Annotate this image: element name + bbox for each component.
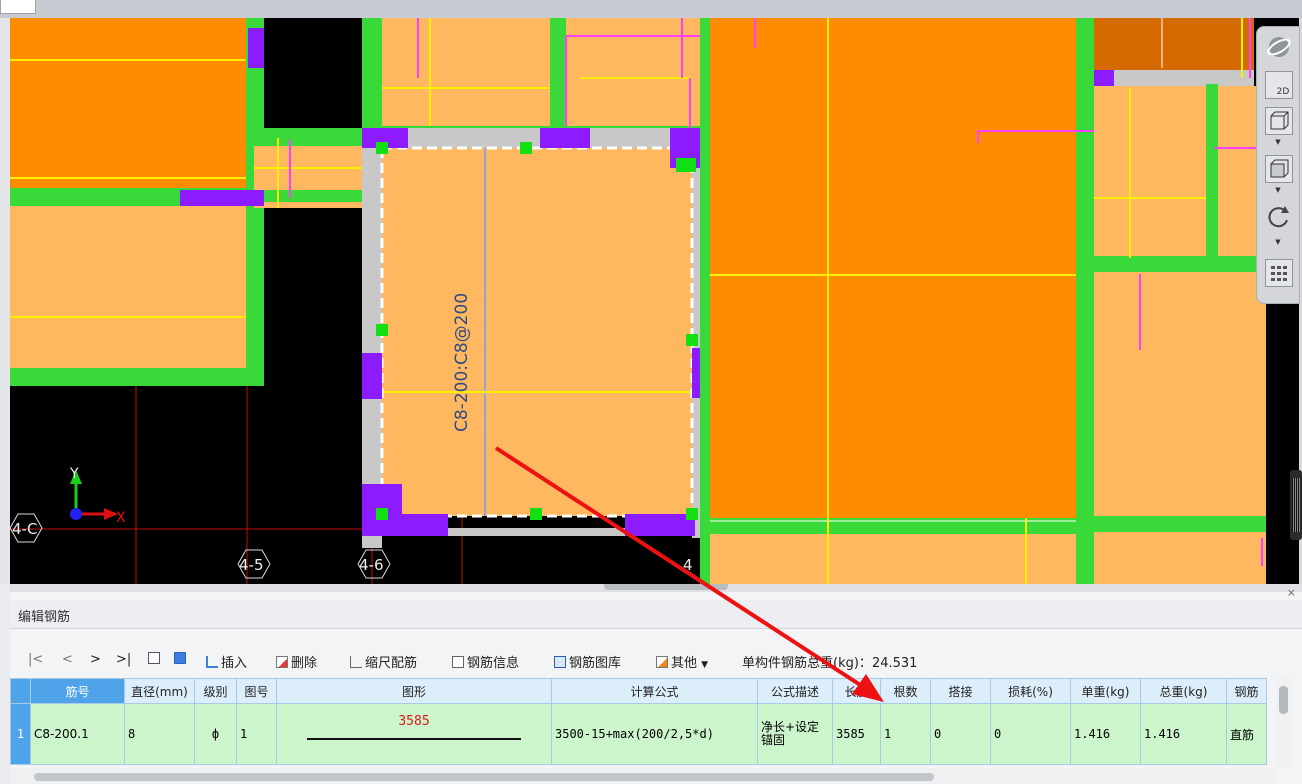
cell-grade[interactable]: ф: [194, 703, 237, 765]
hscroll-thumb[interactable]: [34, 773, 934, 781]
other-dropdown[interactable]: 其他 ▼: [656, 652, 708, 671]
panel-splitter[interactable]: [10, 584, 1302, 592]
view-3d-box-icon[interactable]: [1265, 107, 1293, 135]
cell-length[interactable]: 3585: [832, 703, 881, 765]
rotate-icon[interactable]: [1265, 203, 1293, 231]
rebar-info-button[interactable]: 钢筋信息: [452, 652, 519, 671]
dropdown-arrow-icon[interactable]: ▼: [1273, 239, 1283, 246]
side-scroll-handle[interactable]: [1290, 470, 1302, 540]
scale-rebar-button[interactable]: 缩尺配筋: [350, 652, 417, 671]
dropdown-arrow-icon[interactable]: ▼: [1273, 139, 1283, 146]
rebar-toolbar: |< < > >| 插入 删除 缩尺配筋 钢筋信息 钢筋图库 其他 ▼ 单构件钢…: [10, 648, 1302, 672]
col-header-length[interactable]: 长度: [832, 678, 881, 704]
cell-shape[interactable]: 3585: [276, 703, 552, 765]
other-label: 其他: [671, 656, 698, 671]
col-header-shape-no[interactable]: 图号: [236, 678, 277, 704]
orbit-icon[interactable]: [1265, 33, 1293, 61]
col-header-bar-no[interactable]: 筋号: [30, 678, 125, 704]
splitter-grip[interactable]: [604, 584, 728, 590]
nav-next-button[interactable]: >: [90, 652, 101, 667]
grid-label-4c: 4-C: [12, 520, 37, 538]
drawing-viewport[interactable]: C8-200:C8@200 Y X 4-C 4-5 4-6 4: [10, 18, 1299, 584]
grid-label-4: 4: [683, 556, 693, 574]
col-header-corner[interactable]: [10, 678, 31, 704]
cad-drawing[interactable]: C8-200:C8@200 Y X 4-C 4-5 4-6 4: [10, 18, 1299, 584]
grid-label-4-5: 4-5: [239, 556, 264, 574]
table-horizontal-scrollbar[interactable]: [10, 768, 1276, 784]
rebar-info-label: 钢筋信息: [467, 656, 520, 671]
rebar-library-button[interactable]: 钢筋图库: [554, 652, 621, 671]
col-header-unit-weight[interactable]: 单重(kg): [1070, 678, 1141, 704]
cell-bar-no[interactable]: C8-200.1: [30, 703, 125, 765]
rebar-table: 筋号 直径(mm) 级别 图号 图形 计算公式 公式描述 长度 根数 搭接 损耗…: [10, 678, 1267, 765]
insert-label: 插入: [221, 656, 248, 671]
rebar-library-icon: [554, 656, 566, 668]
move-up-icon: [148, 652, 160, 664]
cell-formula[interactable]: 3500-15+max(200/2,5*d): [551, 703, 758, 765]
shape-rebar-line: [307, 738, 521, 740]
view-toolbar: 2D ▼ ▼ ▼: [1256, 26, 1300, 304]
cell-shape-no[interactable]: 1: [236, 703, 277, 765]
delete-icon: [276, 656, 288, 668]
cell-diameter[interactable]: 8: [124, 703, 195, 765]
insert-button[interactable]: 插入: [206, 652, 247, 671]
cell-total-weight[interactable]: 1.416: [1140, 703, 1227, 765]
shape-length-label[interactable]: 3585: [278, 714, 551, 729]
table-vertical-scrollbar[interactable]: [1276, 678, 1292, 768]
left-panel-edge: [0, 18, 10, 584]
panel-close-button[interactable]: ×: [1287, 586, 1296, 599]
vscroll-thumb[interactable]: [1279, 686, 1288, 714]
panel-title: 编辑钢筋: [18, 610, 71, 625]
move-down-icon: [174, 652, 186, 664]
col-header-shape[interactable]: 图形: [276, 678, 552, 704]
col-header-grade[interactable]: 级别: [194, 678, 237, 704]
rebar-label: C8-200:C8@200: [452, 293, 472, 432]
nav-last-button[interactable]: >|: [116, 652, 131, 667]
panel-title-bar: 编辑钢筋: [10, 600, 1302, 629]
rebar-library-label: 钢筋图库: [569, 656, 622, 671]
axis-y-label: Y: [69, 466, 79, 482]
col-header-count[interactable]: 根数: [880, 678, 931, 704]
row-index[interactable]: 1: [10, 703, 31, 765]
dropdown-arrow-icon[interactable]: ▼: [1273, 187, 1283, 194]
insert-icon: [206, 656, 218, 668]
layer-grid-icon[interactable]: [1265, 259, 1293, 287]
other-icon: [656, 656, 668, 668]
delete-label: 删除: [291, 656, 318, 671]
cell-count[interactable]: 1: [880, 703, 931, 765]
cell-lap[interactable]: 0: [930, 703, 991, 765]
view-2d-label: 2D: [1276, 87, 1290, 97]
nav-first-button[interactable]: |<: [28, 652, 43, 667]
col-header-lap[interactable]: 搭接: [930, 678, 991, 704]
col-header-diameter[interactable]: 直径(mm): [124, 678, 195, 704]
delete-button[interactable]: 删除: [276, 652, 317, 671]
cell-rebar-type[interactable]: 直筋: [1226, 703, 1267, 765]
table-header-row: 筋号 直径(mm) 级别 图号 图形 计算公式 公式描述 长度 根数 搭接 损耗…: [10, 678, 1267, 704]
axis-x-label: X: [116, 510, 126, 526]
move-up-button[interactable]: [148, 652, 163, 667]
total-weight-label: 单构件钢筋总重(kg)：: [742, 656, 872, 671]
total-weight-readout: 单构件钢筋总重(kg)：24.531: [742, 652, 917, 671]
top-strip: [0, 0, 1302, 18]
scale-rebar-label: 缩尺配筋: [365, 656, 418, 671]
view-2d-button[interactable]: 2D: [1265, 71, 1293, 99]
cell-loss[interactable]: 0: [990, 703, 1071, 765]
total-weight-value: 24.531: [871, 656, 918, 671]
scale-rebar-icon: [350, 656, 362, 668]
chevron-down-icon: ▼: [701, 660, 709, 670]
table-row[interactable]: 1 C8-200.1 8 ф 1 3585 3500-15+max(200/2,…: [10, 703, 1267, 765]
col-header-total-weight[interactable]: 总重(kg): [1140, 678, 1227, 704]
col-header-rebar-type[interactable]: 钢筋: [1226, 678, 1267, 704]
grid-label-4-6: 4-6: [359, 556, 384, 574]
view-solid-box-icon[interactable]: [1265, 155, 1293, 183]
nav-prev-button[interactable]: <: [62, 652, 73, 667]
rebar-info-icon: [452, 656, 464, 668]
move-down-button[interactable]: [174, 652, 189, 667]
col-header-loss[interactable]: 损耗(%): [990, 678, 1071, 704]
col-header-description[interactable]: 公式描述: [757, 678, 833, 704]
top-tab[interactable]: [0, 0, 36, 14]
cell-unit-weight[interactable]: 1.416: [1070, 703, 1141, 765]
col-header-formula[interactable]: 计算公式: [551, 678, 758, 704]
cell-description[interactable]: 净长+设定锚固: [757, 703, 833, 765]
